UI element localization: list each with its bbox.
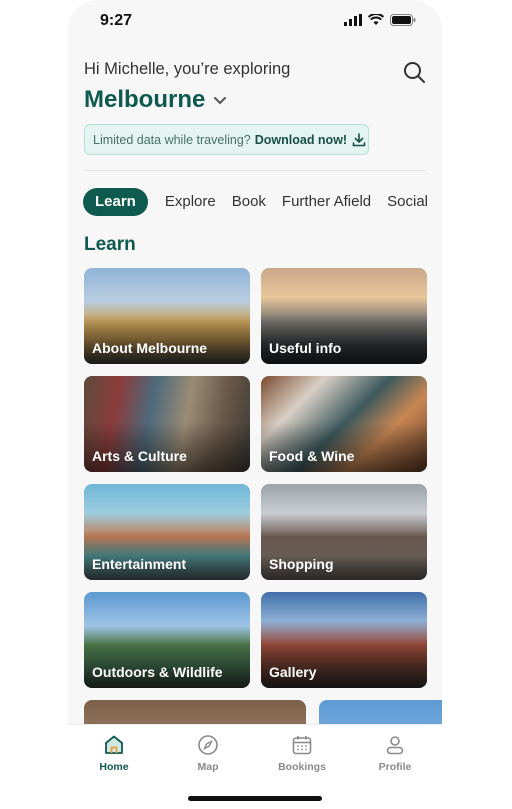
card-label: Shopping <box>269 556 334 572</box>
status-time: 9:27 <box>100 12 133 29</box>
status-bar: 9:27 <box>68 0 442 44</box>
home-indicator <box>188 796 322 801</box>
card-about-melbourne[interactable]: About Melbourne <box>84 268 250 364</box>
tab-social[interactable]: Social <box>387 188 428 216</box>
card-shopping[interactable]: Shopping <box>261 484 427 580</box>
city-name: Melbourne <box>84 86 206 113</box>
phone-screen: 9:27 Hi Michelle, you’re exploring Melbo… <box>68 0 442 809</box>
card-shade <box>84 638 250 688</box>
card-label: Arts & Culture <box>92 448 187 464</box>
tabbar-label: Bookings <box>278 761 326 773</box>
wifi-icon <box>368 14 384 25</box>
tabbar-map[interactable]: Map <box>168 733 248 773</box>
card-label: Useful info <box>269 340 342 356</box>
card-shade <box>261 638 427 688</box>
profile-icon <box>386 736 404 755</box>
card-shade <box>84 422 250 472</box>
signal-icon <box>344 14 362 26</box>
calendar-icon <box>292 736 312 755</box>
card-food-wine[interactable]: Food & Wine <box>261 376 427 472</box>
card-useful-info[interactable]: Useful info <box>261 268 427 364</box>
card-arts-culture[interactable]: Arts & Culture <box>84 376 250 472</box>
search-icon <box>404 62 425 83</box>
card-shade <box>261 530 427 580</box>
card-label: Gallery <box>269 664 317 680</box>
tabbar-bookings[interactable]: Bookings <box>262 733 342 773</box>
card-outdoors-wildlife[interactable]: Outdoors & Wildlife <box>84 592 250 688</box>
tab-further-afield[interactable]: Further Afield <box>282 188 371 216</box>
divider <box>84 170 426 171</box>
tab-book[interactable]: Book <box>232 188 266 216</box>
category-tabs: Learn Explore Book Further Afield Social <box>83 188 442 216</box>
tabbar-label: Map <box>197 761 219 773</box>
tabbar-label: Profile <box>378 761 412 773</box>
tabbar-home[interactable]: Home <box>74 733 154 773</box>
card-label: Entertainment <box>92 556 187 572</box>
greeting-text: Hi Michelle, you’re exploring <box>84 60 291 78</box>
card-gallery[interactable]: Gallery <box>261 592 427 688</box>
card-entertainment[interactable]: Entertainment <box>84 484 250 580</box>
search-button[interactable] <box>402 60 426 84</box>
card-label: Outdoors & Wildlife <box>92 664 223 680</box>
tab-explore[interactable]: Explore <box>165 188 216 216</box>
card-label: About Melbourne <box>92 340 208 356</box>
banner-text: Limited data while traveling? <box>93 132 251 147</box>
card-shade <box>261 422 427 472</box>
tabbar-label: Home <box>99 761 129 773</box>
battery-icon <box>390 14 416 26</box>
tabbar-profile[interactable]: Profile <box>355 733 435 773</box>
card-shade <box>84 314 250 364</box>
home-icon <box>105 735 123 754</box>
chevron-down-icon <box>214 97 227 105</box>
download-now-link[interactable]: Download now! <box>255 133 347 147</box>
compass-icon <box>198 735 218 755</box>
card-shade <box>84 530 250 580</box>
card-shade <box>261 314 427 364</box>
section-title: Learn <box>84 234 136 255</box>
card-label: Food & Wine <box>269 448 355 464</box>
tab-learn[interactable]: Learn <box>83 188 148 216</box>
status-icons <box>344 14 416 26</box>
city-selector[interactable]: Melbourne <box>84 86 227 114</box>
offline-download-banner[interactable]: Limited data while traveling? Download n… <box>84 124 369 155</box>
download-icon <box>352 132 366 146</box>
